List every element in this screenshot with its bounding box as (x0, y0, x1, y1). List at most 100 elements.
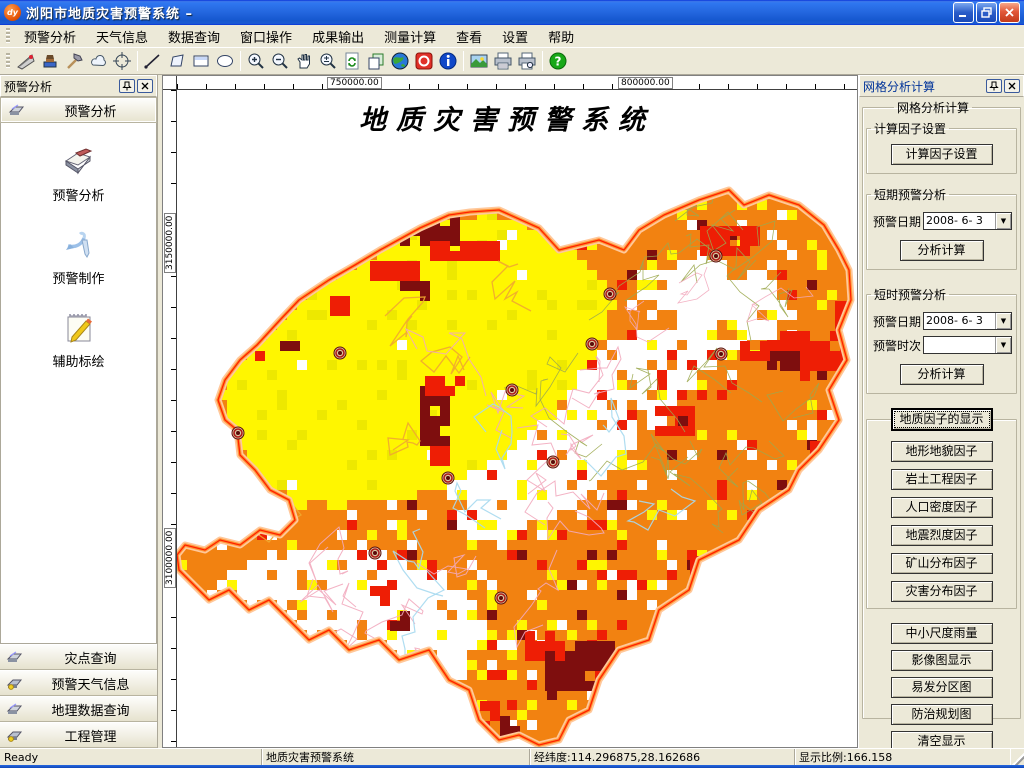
stop-action-button[interactable] (412, 50, 436, 72)
prevention-plan-button[interactable]: 防治规划图 (890, 704, 993, 725)
hammer-tool-button[interactable] (62, 50, 86, 72)
calc-factor-settings-button[interactable]: 计算因子设置 (890, 144, 993, 165)
warning-date-combo[interactable]: 2008- 6- 3 ▼ (923, 212, 1012, 230)
pin-button[interactable] (986, 79, 1002, 93)
right-panel-close-button[interactable] (1004, 79, 1020, 93)
left-panel-title: 预警分析 (4, 79, 53, 94)
accordion-header-label: 预警分析 (64, 104, 117, 120)
combo-value (924, 337, 995, 353)
susceptibility-map-button[interactable]: 易发分区图 (890, 677, 993, 698)
combo-value: 2008- 6- 3 (926, 214, 983, 227)
left-panel-close-button[interactable] (137, 79, 153, 93)
menu-result-output[interactable]: 成果输出 (302, 25, 374, 48)
svg-text:?: ? (555, 55, 562, 69)
immediate-analyze-button[interactable]: 分析计算 (899, 364, 984, 385)
pan-hand-button[interactable] (292, 50, 316, 72)
app-window: dy 浏阳市地质灾害预警系统 – 预警分析 天气信息 数据查询 窗口操作 成果输… (0, 0, 1024, 768)
groupbox-title: 网格分析计算 (897, 101, 970, 115)
draw-polygon-icon (170, 54, 184, 67)
resize-grip[interactable] (1010, 749, 1024, 765)
paint-brush-icon (43, 55, 57, 68)
draw-ellipse-button[interactable] (213, 50, 237, 72)
zoom-out-icon (272, 53, 288, 69)
seismic-factor-button[interactable]: 地震烈度因子 (890, 525, 993, 546)
zoom-out-button[interactable] (268, 50, 292, 72)
warning-time-combo[interactable]: ▼ (923, 336, 1012, 354)
vertical-ruler: 3150000.00 3100000.00 (163, 90, 177, 747)
cloud-draw-icon (91, 55, 106, 67)
plotter-weather-icon (6, 731, 23, 742)
cloud-draw-button[interactable] (86, 50, 110, 72)
globe-view-button[interactable] (388, 50, 412, 72)
status-coordinates: 经纬度:114.296875,28.162686 (530, 749, 795, 765)
short-term-analyze-button[interactable]: 分析计算 (899, 240, 984, 261)
item-aux-plot[interactable]: 辅助标绘 (52, 309, 105, 370)
copy-view-icon (368, 53, 384, 70)
menu-data-query[interactable]: 数据查询 (158, 25, 230, 48)
measure-tool-button[interactable] (14, 50, 38, 72)
accordion-disaster-point-query[interactable]: 灾点查询 (0, 644, 157, 670)
menu-view[interactable]: 查看 (446, 25, 492, 48)
hazard-map[interactable] (173, 90, 856, 747)
clear-display-button[interactable]: 清空显示 (890, 731, 993, 748)
accordion-geo-data-query[interactable]: 地理数据查询 (0, 696, 157, 722)
window-title: 浏阳市地质灾害预警系统 – (26, 7, 194, 22)
menu-warning-analysis[interactable]: 预警分析 (14, 25, 86, 48)
image-export-button[interactable] (467, 50, 491, 72)
geo-factor-display-button[interactable]: 地质因子的显示 (890, 408, 993, 431)
draw-line-button[interactable] (141, 50, 165, 72)
terrain-factor-button[interactable]: 地形地貌因子 (890, 441, 993, 462)
menubar-grip[interactable] (6, 28, 10, 44)
accordion-project-management[interactable]: 工程管理 (0, 722, 157, 748)
restore-button[interactable] (976, 2, 997, 23)
factor-buttons-groupbox: 地形地貌因子 岩土工程因子 人口密度因子 地震烈度因子 矿山分布因子 灾害分布因… (866, 419, 1017, 609)
copy-view-button[interactable] (364, 50, 388, 72)
print-button[interactable] (491, 50, 515, 72)
paint-brush-button[interactable] (38, 50, 62, 72)
map-canvas[interactable]: 地质灾害预警系统 (173, 90, 857, 747)
draw-rectangle-button[interactable] (189, 50, 213, 72)
right-panel-title: 网格分析计算 (863, 79, 936, 94)
geotech-factor-button[interactable]: 岩土工程因子 (890, 469, 993, 490)
menu-window-ops[interactable]: 窗口操作 (230, 25, 302, 48)
print-icon (494, 52, 512, 70)
crosshair-locate-button[interactable] (110, 50, 134, 72)
population-factor-button[interactable]: 人口密度因子 (890, 497, 993, 518)
toolbar-grip[interactable] (6, 53, 10, 69)
warning-date-combo[interactable]: 2008- 6- 3 ▼ (923, 312, 1012, 330)
info-button[interactable] (436, 50, 460, 72)
plotter-icon (8, 104, 25, 115)
ruler-label: 800000.00 (618, 77, 673, 89)
help-button[interactable]: ? (546, 50, 570, 72)
close-button[interactable] (999, 2, 1020, 23)
pin-icon (122, 81, 132, 91)
menu-help[interactable]: 帮助 (538, 25, 584, 48)
close-icon (1008, 82, 1016, 90)
item-label: 辅助标绘 (52, 355, 105, 370)
dropdown-arrow-icon[interactable]: ▼ (995, 337, 1011, 353)
refresh-view-button[interactable] (340, 50, 364, 72)
ruler-label: 3150000.00 (164, 212, 176, 273)
mine-factor-button[interactable]: 矿山分布因子 (890, 553, 993, 574)
accordion-label: 地理数据查询 (51, 703, 130, 719)
menu-measure-calc[interactable]: 测量计算 (374, 25, 446, 48)
rainfall-button[interactable]: 中小尺度雨量 (890, 623, 993, 644)
dropdown-arrow-icon[interactable]: ▼ (995, 313, 1011, 329)
print-preview-button[interactable] (515, 50, 539, 72)
draw-polygon-button[interactable] (165, 50, 189, 72)
item-warning-produce[interactable]: 预警制作 (52, 226, 105, 287)
menu-settings[interactable]: 设置 (492, 25, 538, 48)
accordion-header-warning-analysis[interactable]: 预警分析 (0, 97, 157, 123)
zoom-in-button[interactable] (244, 50, 268, 72)
dropdown-arrow-icon[interactable]: ▼ (995, 213, 1011, 229)
imagery-display-button[interactable]: 影像图显示 (890, 650, 993, 671)
accordion-warning-weather-info[interactable]: 预警天气信息 (0, 670, 157, 696)
menu-weather-info[interactable]: 天气信息 (86, 25, 158, 48)
minimize-button[interactable] (953, 2, 974, 23)
zoom-extent-button[interactable] (316, 50, 340, 72)
disaster-factor-button[interactable]: 灾害分布因子 (890, 581, 993, 602)
pin-button[interactable] (119, 79, 135, 93)
workspace: 预警分析 预警分析 预警分析 预警制作 辅助标绘 灾点查询 预警天气信息 地理数… (0, 75, 1024, 748)
horizontal-ruler: 750000.00 800000.00 (177, 76, 857, 90)
item-warning-analysis[interactable]: 预警分析 (52, 145, 105, 204)
